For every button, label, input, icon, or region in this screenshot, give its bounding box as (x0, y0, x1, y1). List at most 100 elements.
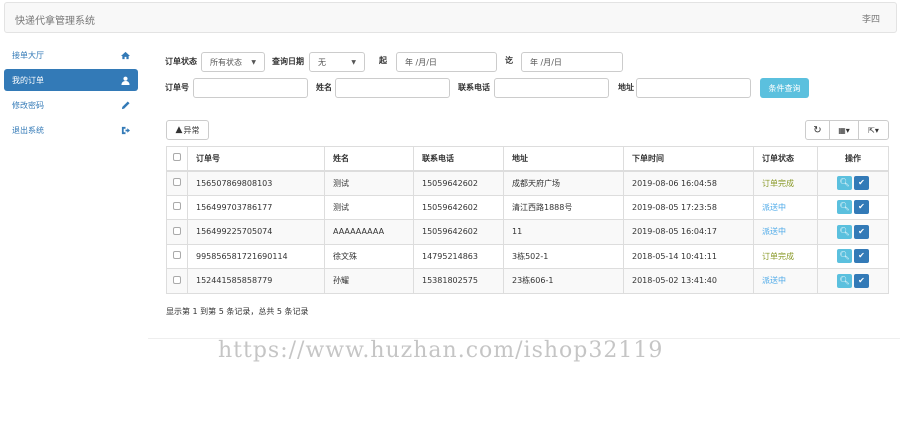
address-input[interactable] (636, 78, 751, 98)
exception-label: 异常 (183, 125, 200, 135)
status-select[interactable]: 所有状态 ▼ (201, 52, 265, 72)
cell-order-status: 派送中 (753, 268, 818, 293)
to-date-placeholder: 年 /月/日 (530, 57, 562, 67)
date-select[interactable]: 无 ▼ (309, 52, 365, 72)
confirm-button[interactable]: ✔ (854, 176, 869, 190)
col-status[interactable]: 订单状态 (753, 146, 818, 172)
table-row: 156499225705074 AAAAAAAAA 15059642602 11 201… (166, 219, 889, 244)
date-label: 查询日期 (272, 57, 304, 66)
view-button[interactable]: 🔍︎ (837, 176, 852, 190)
view-button[interactable]: 🔍︎ (837, 200, 852, 215)
from-label: 起 (379, 56, 387, 65)
view-button[interactable]: 🔍︎ (837, 249, 852, 264)
status-value: 所有状态 (210, 57, 242, 67)
orders-table: 订单号 姓名 联系电话 地址 下单时间 订单状态 操作 156507869808… (166, 146, 889, 294)
confirm-button[interactable]: ✔ (854, 224, 869, 239)
cell-customer-name: 测试 (324, 194, 414, 220)
cell-phone: 14795214863 (413, 243, 504, 269)
cell-address: 清江西路1888号 (503, 194, 624, 220)
cell-order-time: 2019-08-05 17:23:58 (623, 194, 754, 220)
sidebar-item-change-password[interactable]: 修改密码 (4, 94, 138, 116)
table-row: 152441585858779 孙耀 15381802575 23栋606-1 2018… (166, 268, 889, 293)
cell-order-status: 派送中 (753, 219, 818, 244)
search-icon: 🔍︎ (839, 178, 850, 187)
row-checkbox[interactable] (173, 202, 181, 211)
search-icon: 🔍︎ (839, 275, 850, 285)
export-button[interactable]: ⇱▾ (858, 120, 889, 140)
columns-button[interactable]: ▦▾ (829, 120, 859, 140)
confirm-button[interactable]: ✔ (854, 273, 869, 288)
home-icon (121, 51, 130, 59)
watermark: https://www.huzhan.com/ishop32119 (218, 338, 664, 363)
check-icon: ✔ (858, 178, 865, 187)
cell-order-time: 2019-08-06 16:04:58 (623, 170, 754, 195)
sidebar-item-my-orders[interactable]: 我的订单 (4, 69, 138, 91)
table-row: 156499703786177 测试 15059642602 清江西路1888号 201… (166, 194, 889, 220)
exception-button[interactable]: ▲ 异常 (166, 120, 209, 140)
sidebar-item-hall[interactable]: 接单大厅 (4, 44, 138, 66)
sidebar-item-label: 我的订单 (12, 75, 44, 85)
order-no-label: 订单号 (165, 83, 189, 92)
col-order-no[interactable]: 订单号 (187, 146, 325, 172)
export-icon: ⇱▾ (868, 125, 879, 135)
select-all-checkbox[interactable] (173, 153, 181, 162)
sidebar-item-label: 修改密码 (12, 100, 44, 110)
sidebar-item-logout[interactable]: 退出系统 (4, 119, 138, 141)
cell-customer-name: 孙耀 (324, 268, 414, 293)
user-icon (121, 76, 130, 85)
status-label: 订单状态 (165, 57, 197, 66)
cell-address: 23栋606-1 (503, 268, 624, 293)
name-label: 姓名 (316, 83, 332, 92)
name-input[interactable] (335, 78, 450, 98)
cell-order-no: 156499703786177 (187, 194, 325, 220)
cell-phone: 15059642602 (413, 194, 504, 220)
refresh-button[interactable]: ↻ (805, 120, 830, 140)
sidebar-item-label: 接单大厅 (12, 50, 44, 60)
sidebar-item-label: 退出系统 (12, 125, 44, 135)
cell-order-status: 订单完成 (753, 170, 818, 195)
row-checkbox[interactable] (173, 178, 181, 186)
search-icon: 🔍︎ (839, 226, 850, 236)
check-icon: ✔ (858, 275, 865, 285)
confirm-button[interactable]: ✔ (854, 200, 869, 215)
col-address[interactable]: 地址 (503, 146, 624, 172)
view-button[interactable]: 🔍︎ (837, 273, 852, 288)
view-button[interactable]: 🔍︎ (837, 224, 852, 239)
app-title[interactable]: 快递代拿管理系统 (15, 12, 95, 27)
pencil-icon (121, 100, 130, 109)
address-label: 地址 (618, 83, 634, 92)
phone-label: 联系电话 (458, 83, 490, 92)
from-date-input[interactable]: 年 /月/日 (396, 52, 497, 72)
col-phone[interactable]: 联系电话 (413, 146, 504, 172)
cell-order-time: 2018-05-02 13:41:40 (623, 268, 754, 293)
order-no-input[interactable] (193, 78, 308, 98)
user-name[interactable]: 李四 (862, 12, 880, 25)
warning-icon: ▲ (175, 125, 183, 135)
cell-customer-name: 测试 (324, 170, 414, 195)
to-date-input[interactable]: 年 /月/日 (521, 52, 623, 72)
table-row: 995856581721690114 徐文殊 14795214863 3栋502-1 2… (166, 243, 889, 269)
pagination-info: 显示第 1 到第 5 条记录，总共 5 条记录 (166, 307, 309, 316)
cell-order-time: 2018-05-14 10:41:11 (623, 243, 754, 269)
col-actions: 操作 (817, 146, 889, 172)
cell-phone: 15381802575 (413, 268, 504, 293)
col-time[interactable]: 下单时间 (623, 146, 754, 172)
search-icon: 🔍︎ (839, 251, 850, 261)
row-checkbox[interactable] (173, 226, 181, 235)
search-button[interactable]: 条件查询 (760, 78, 809, 98)
check-icon: ✔ (858, 202, 865, 212)
cell-order-no: 156507869808103 (187, 170, 325, 195)
refresh-icon: ↻ (813, 124, 822, 136)
row-checkbox[interactable] (173, 275, 181, 284)
columns-icon: ▦▾ (838, 125, 850, 135)
cell-order-status: 派送中 (753, 194, 818, 220)
cell-address: 3栋502-1 (503, 243, 624, 269)
search-icon: 🔍︎ (839, 202, 850, 212)
cell-customer-name: AAAAAAAAA (324, 219, 414, 244)
row-checkbox[interactable] (173, 251, 181, 260)
phone-input[interactable] (494, 78, 609, 98)
confirm-button[interactable]: ✔ (854, 249, 869, 264)
col-name[interactable]: 姓名 (324, 146, 414, 172)
table-row: 156507869808103 测试 15059642602 成都天府广场 2019-0… (166, 170, 889, 195)
to-label: 讫 (505, 56, 513, 65)
